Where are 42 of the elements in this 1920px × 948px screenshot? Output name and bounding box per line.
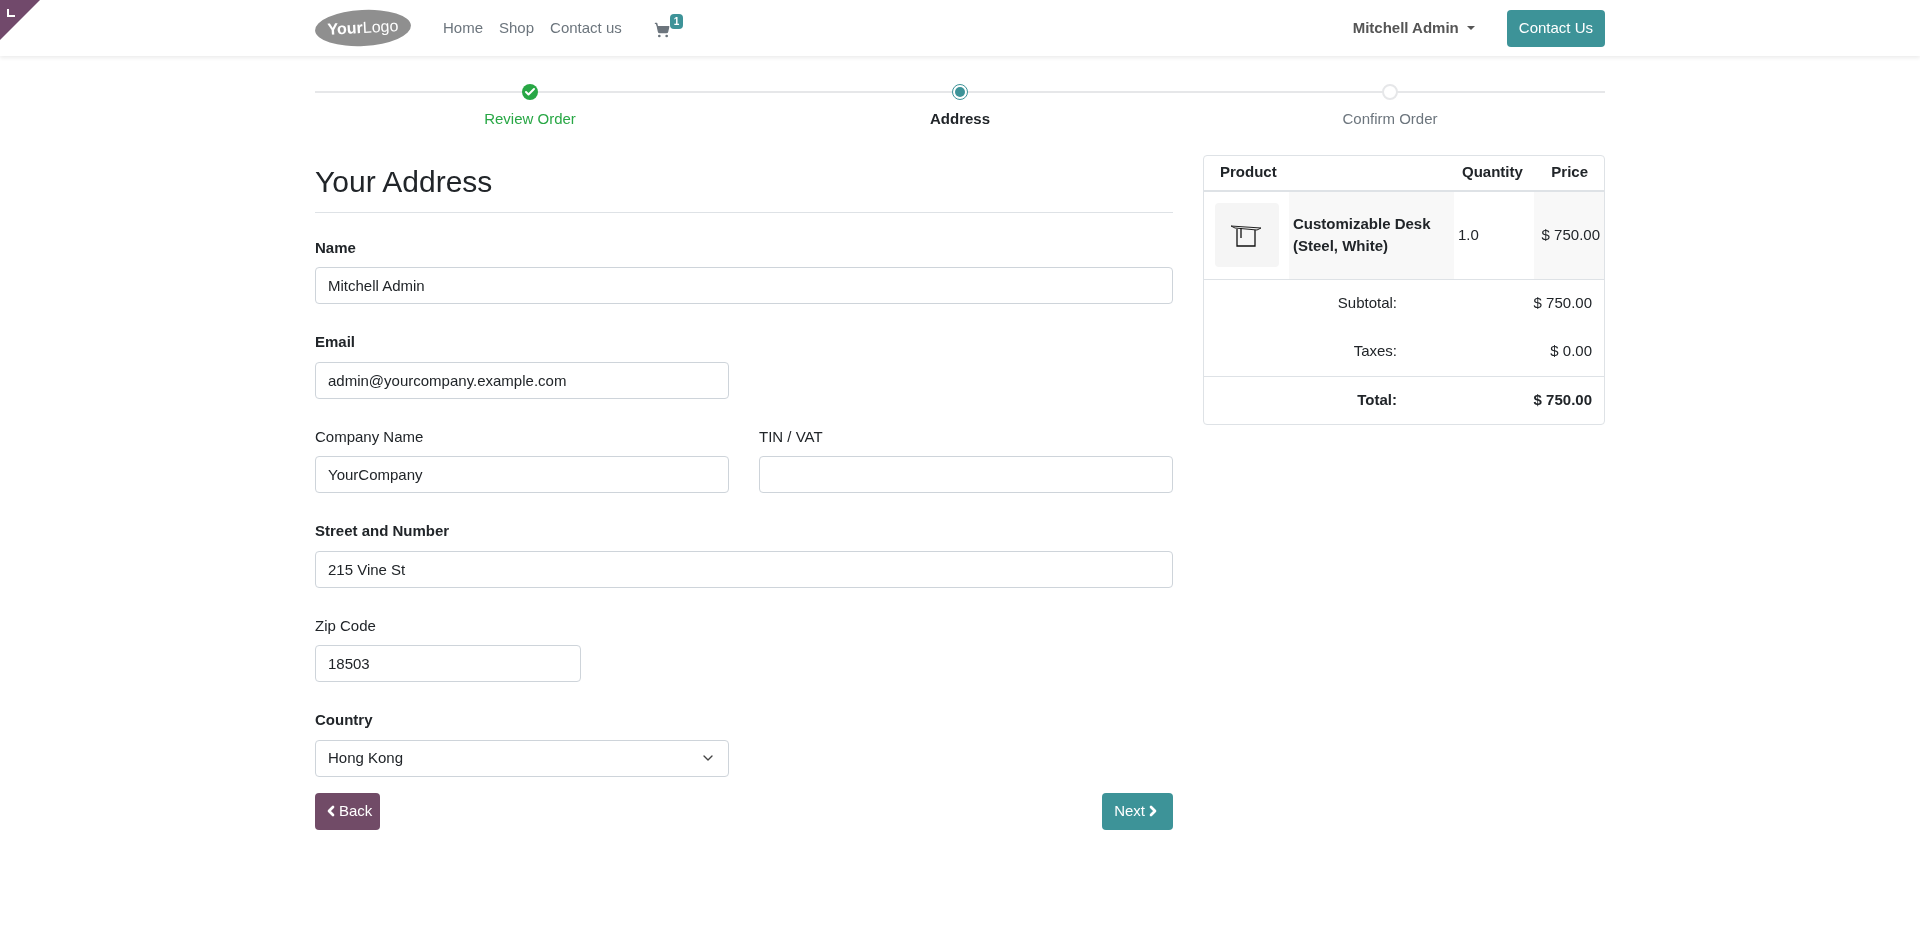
input-field[interactable]: YourCompany [315, 456, 729, 493]
input-field[interactable]: 215 Vine St [315, 550, 1173, 588]
corner-toggle-icon[interactable] [0, 0, 40, 40]
input-field[interactable]: admin@yourcompany.example.com [315, 361, 729, 399]
nav-link[interactable]: Shop [499, 16, 535, 40]
step-label: Confirm Order [1342, 109, 1438, 129]
total-value: $ 750.00 [1532, 293, 1593, 314]
field-label: Email [315, 332, 357, 352]
cart-icon[interactable] [653, 22, 670, 38]
nav-link[interactable]: Contact us [550, 16, 622, 40]
field-label: Zip Code [315, 615, 377, 636]
user-menu[interactable]: Mitchell Admin [1352, 16, 1475, 40]
total-value: $ 750.00 [1532, 389, 1593, 410]
column-header: Price [1550, 162, 1589, 183]
desk-thumbnail-icon [1214, 203, 1279, 267]
back-button[interactable]: Back [315, 792, 381, 830]
step-label: Review Order [484, 109, 576, 129]
input-field[interactable]: 18503 [315, 645, 581, 682]
column-header: Product [1219, 162, 1278, 183]
total-label: Subtotal: [1336, 293, 1397, 314]
price-cell: $ 750.00 [1534, 191, 1604, 279]
field-label: Country [315, 710, 374, 730]
cart-count-badge: 1 [669, 14, 684, 29]
total-label: Total: [1356, 389, 1397, 410]
total-value: $ 0.00 [1549, 341, 1593, 362]
field-label: Company Name [315, 426, 425, 447]
country-select[interactable]: Hong Kong [315, 739, 729, 777]
field-label: Name [315, 237, 357, 258]
total-label: Taxes: [1352, 341, 1397, 362]
page-heading: Your Address [315, 158, 1173, 213]
field-label: Street and Number [315, 521, 451, 541]
quantity-cell-text: 1.0 [1457, 224, 1480, 245]
column-header: Quantity [1461, 162, 1524, 183]
product-name: Customizable Desk (Steel, White) [1289, 191, 1454, 279]
next-button[interactable]: Next [1102, 792, 1173, 830]
nav-link[interactable]: Home [443, 16, 483, 40]
caret-icon [1466, 25, 1475, 31]
contact-us-button[interactable]: Contact Us [1506, 9, 1605, 47]
input-field[interactable] [759, 456, 1173, 493]
input-field[interactable]: Mitchell Admin [315, 267, 1173, 304]
step-label: Address [930, 109, 990, 129]
field-label: TIN / VAT [759, 426, 824, 447]
